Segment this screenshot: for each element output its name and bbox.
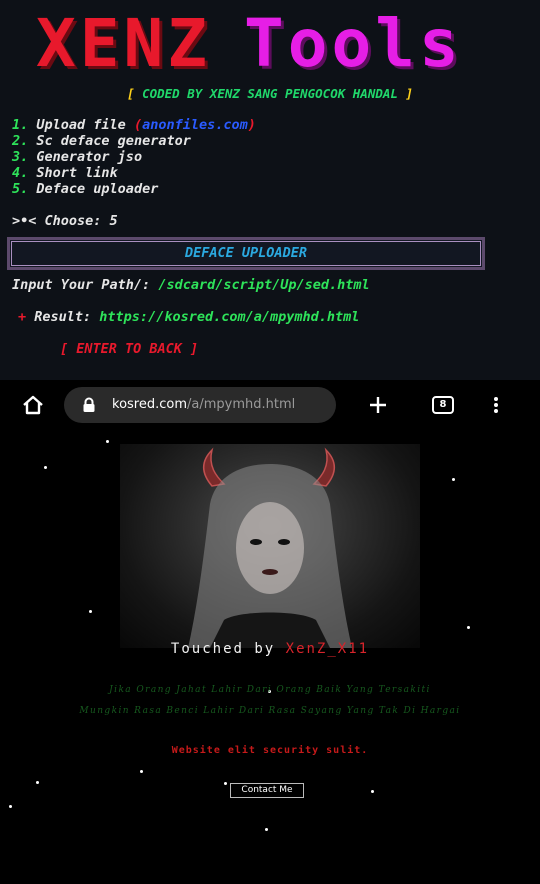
enter-to-back-text: [ ENTER TO BACK ]: [60, 341, 199, 357]
hacker-girl-portrait: [120, 444, 420, 648]
menu-item-label: Short link: [36, 165, 118, 181]
banner-text: CODED BY XENZ SANG PENGOCOK HANDAL: [142, 86, 398, 101]
result-line: + Result: https://kosred.com/a/mpymhd.ht…: [18, 309, 359, 325]
choose-prompt: >•< Choose:: [12, 213, 110, 229]
tab-switcher-button[interactable]: 8: [430, 380, 456, 430]
lock-icon: [82, 397, 96, 417]
choose-prompt-line: >•< Choose: 5: [12, 213, 118, 229]
terminal-window: XENZ Tools [ CODED BY XENZ SANG PENGOCOK…: [0, 0, 540, 380]
touched-prefix: Touched by: [170, 641, 286, 657]
quote-line-1: Jika Orang Jahat Lahir Dari Orang Baik Y…: [109, 685, 431, 695]
quote-line-2: Mungkin Rasa Benci Lahir Dari Rasa Sayan…: [79, 706, 461, 716]
menu-item-paren-close: ): [247, 117, 256, 133]
result-url[interactable]: https://kosred.com/a/mpymhd.html: [99, 309, 359, 325]
star-dot: [36, 781, 39, 784]
logo-word-xenz: XENZ: [36, 5, 211, 82]
star-dot: [140, 770, 143, 773]
home-icon[interactable]: [14, 380, 52, 430]
more-vertical-icon[interactable]: [484, 380, 508, 430]
url-text[interactable]: kosred.com/a/mpymhd.html: [112, 387, 295, 423]
star-dot: [106, 440, 109, 443]
touched-name: XenZ_X11: [285, 641, 370, 657]
choose-value: 5: [109, 213, 118, 229]
menu-item-number: 5.: [12, 181, 29, 197]
plus-icon[interactable]: [364, 380, 392, 430]
star-dot: [9, 805, 12, 808]
address-bar[interactable]: kosred.com/a/mpymhd.html: [64, 387, 336, 423]
menu-item-label: Sc deface generator: [36, 133, 191, 149]
logo-word-tools: Tools: [244, 5, 463, 82]
menu-item-number: 3.: [12, 149, 29, 165]
menu-item-paren-open: (: [133, 117, 143, 133]
menu-item-label: Upload file: [36, 117, 134, 133]
xenz-tools-logo: XENZ Tools: [0, 2, 540, 86]
input-path-label: Input Your Path/:: [12, 277, 159, 293]
banner-bracket-close: ]: [397, 86, 413, 101]
menu-item-deface-uploader: 5. Deface uploader: [12, 181, 256, 197]
url-domain: kosred.com: [112, 397, 187, 412]
result-plus-icon: +: [18, 309, 27, 325]
menu-item-label: Generator jso: [36, 149, 143, 165]
star-dot: [371, 790, 374, 793]
menu-item-generator-jso: 3. Generator jso: [12, 149, 256, 165]
menu-item-upload-file: 1. Upload file (anonfiles.com): [12, 117, 256, 133]
menu-item-sc-deface-generator: 2. Sc deface generator: [12, 133, 256, 149]
star-dot: [452, 478, 455, 481]
star-dot: [224, 782, 227, 785]
banner-bracket-open: [: [127, 86, 143, 101]
menu-item-number: 4.: [12, 165, 29, 181]
star-dot: [265, 828, 268, 831]
tagline: Website elit security sulit.: [171, 745, 369, 756]
url-path: /a/mpymhd.html: [187, 397, 296, 412]
star-dot: [44, 466, 47, 469]
coded-by-banner: [ CODED BY XENZ SANG PENGOCOK HANDAL ]: [0, 86, 540, 101]
star-dot: [89, 610, 92, 613]
result-label: Result:: [26, 309, 100, 325]
touched-by-heading: Touched by XenZ_X11: [0, 641, 540, 657]
star-dot: [467, 626, 470, 629]
browser-toolbar: kosred.com/a/mpymhd.html 8: [0, 380, 540, 430]
menu-item-number: 1.: [12, 117, 29, 133]
menu-item-short-link: 4. Short link: [12, 165, 256, 181]
input-path-value: /sdcard/script/Up/sed.html: [158, 277, 370, 293]
deface-uploader-header: DEFACE UPLOADER: [7, 237, 485, 270]
menu-item-number: 2.: [12, 133, 29, 149]
tab-count: 8: [432, 396, 454, 414]
deface-page: Touched by XenZ_X11 Jika Orang Jahat Lah…: [0, 430, 540, 884]
anonfiles-link: anonfiles.com: [142, 117, 248, 133]
main-menu: 1. Upload file (anonfiles.com) 2. Sc def…: [12, 117, 256, 197]
menu-item-label: Deface uploader: [36, 181, 159, 197]
input-path-line: Input Your Path/: /sdcard/script/Up/sed.…: [12, 277, 370, 293]
contact-me-button[interactable]: Contact Me: [230, 783, 304, 798]
